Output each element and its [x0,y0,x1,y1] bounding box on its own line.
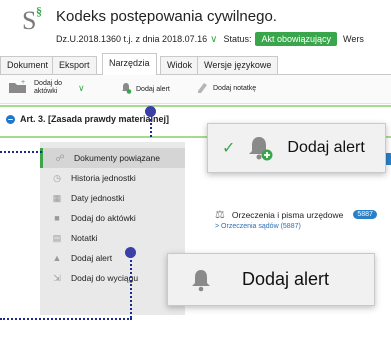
menu-item-label: Dodaj do wyciągu [71,273,139,283]
tab-dokument[interactable]: Dokument [0,56,56,74]
tab-widok[interactable]: Widok [160,56,200,74]
count-badge: 5887 [353,210,377,219]
marker-dot [145,106,156,117]
divider [0,105,391,107]
status-label: Status: [223,34,252,44]
callout-add-alert-toolbar: ✓ Dodaj alert [207,123,386,173]
add-to-folder-label-1: Dodaj do [34,80,63,87]
bell-icon [190,268,212,292]
menu-item-dates[interactable]: ▦ Daty jednostki [40,188,185,208]
clock-icon: ◷ [53,172,61,183]
tab-narzedzia[interactable]: Narzędzia [102,53,157,76]
menu-item-label: Daty jednostki [71,193,125,203]
add-alert-label: Dodaj alert [136,85,170,93]
section-judgments[interactable]: ⚖ Orzeczenia i pisma urzędowe 5887 [215,208,377,221]
app-window: S § Kodeks postępowania cywilnego. Dz.U.… [0,0,391,348]
app-logo: S [22,6,37,35]
marker-dot [125,247,136,258]
judgments-link-label: Orzeczenia sądów (5887) [221,223,301,230]
menu-item-label: Historia jednostki [71,173,136,183]
bell-icon: ▲ [52,253,62,263]
app-logo-paragraph-mark: § [36,4,42,18]
menu-item-add-to-extract[interactable]: ⇲ Dodaj do wyciągu [40,268,185,288]
document-reference: Dz.U.2018.1360 t.j. z dnia 2018.07.16 [56,34,208,44]
bell-icon [120,82,132,96]
chevron-down-icon[interactable]: ∨ [78,83,85,94]
ribbon-toolbar: + Dodaj do aktówki ∨ Dodaj alert Dodaj n… [0,75,391,104]
note-icon [196,82,208,95]
callout-label: Dodaj alert [287,139,365,156]
add-to-folder-button[interactable]: + Dodaj do aktówki ∨ [8,79,85,96]
document-meta: Dz.U.2018.1360 t.j. z dnia 2018.07.16 ∨ … [56,32,364,46]
note-icon: ▤ [52,232,62,243]
context-menu: ☍ Dokumenty powiązane ◷ Historia jednost… [40,142,188,315]
tab-wersje-jezykowe[interactable]: Wersje językowe [197,56,279,74]
leader-line [150,115,152,137]
checkmark-icon: ✓ [222,140,236,157]
menu-item-notes[interactable]: ▤ Notatki [40,228,185,248]
callout-add-alert-menu: Dodaj alert [167,253,375,306]
extract-icon: ⇲ [53,272,61,283]
versions-label[interactable]: Wers [343,34,364,44]
article-heading: – Art. 3. [Zasada prawdy materialnej] [6,114,169,124]
menu-item-history[interactable]: ◷ Historia jednostki [40,168,185,188]
document-title: Kodeks postępowania cywilnego. [56,8,277,25]
chevron-down-icon[interactable]: ∨ [210,34,217,45]
menu-item-related-documents[interactable]: ☍ Dokumenty powiązane [40,148,188,168]
ribbon-tabs: Dokument Eksport Narzędzia Widok Wersje … [0,52,391,76]
add-note-label: Dodaj notatkę [213,85,257,92]
menu-item-label: Notatki [71,233,98,243]
menu-item-label: Dodaj alert [71,253,113,263]
link-icon: ☍ [55,152,65,163]
leader-line [0,151,42,153]
folder-plus-icon: + [8,79,28,96]
add-to-folder-label-2: aktówki [34,88,58,95]
judgments-link[interactable]: > Orzeczenia sądów (5887) [215,223,301,230]
add-alert-button[interactable]: Dodaj alert [120,82,170,96]
menu-item-label: Dodaj do aktówki [71,213,136,223]
menu-item-label: Dokumenty powiązane [74,153,160,163]
menu-item-add-alert[interactable]: ▲ Dodaj alert [40,248,185,268]
folder-plus-icon: ■ [54,213,60,223]
bell-icon [247,134,273,162]
scales-icon: ⚖ [215,209,225,221]
leader-line [0,318,132,320]
svg-text:+: + [21,80,25,86]
section-label: Orzeczenia i pisma urzędowe [231,209,344,220]
callout-label: Dodaj alert [242,269,330,289]
status-badge: Akt obowiązujący [255,32,337,46]
tab-eksport[interactable]: Eksport [52,56,97,74]
add-note-button[interactable]: Dodaj notatkę [196,82,256,95]
menu-item-add-to-folder[interactable]: ■ Dodaj do aktówki [40,208,185,228]
calendar-icon: ▦ [52,192,62,203]
leader-line [130,256,132,318]
collapse-icon[interactable]: – [6,114,15,124]
